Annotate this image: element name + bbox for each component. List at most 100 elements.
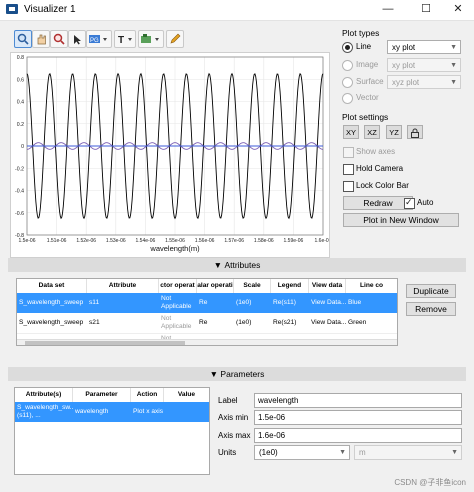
axis-max-input[interactable]: 1.6e-06 [254,428,462,443]
scrollbar-thumb[interactable] [25,341,185,345]
table-cell: (1e0) [236,299,252,306]
column-header[interactable]: Line co [346,279,397,293]
table-row[interactable]: S_wavelength_sweep s21 Not Applicable Re… [17,313,397,334]
hold-camera-checkbox[interactable] [343,164,354,175]
y-tick-label: 0.2 [17,122,24,128]
vector-label: Vector [356,93,379,102]
svg-text:T: T [118,35,124,45]
line-chart[interactable]: 0.80.60.40.20-0.2-0.4-0.6-0.81.5e-06 1.51… [11,53,332,257]
units-select[interactable]: (1e0) ▼ [254,445,350,460]
plot-area[interactable]: 0.8 0.6 0.4 0.2 0 -0.2 -0.4 -0.6 -0.8 1.5e-06 1.51… [10,52,332,258]
title-bar: Visualizer 1 — ☐ ✕ [0,0,474,21]
column-header[interactable]: Value [164,388,209,402]
column-header[interactable]: View data [309,279,346,293]
table-cell: Green [348,319,367,326]
column-header[interactable]: Data set [17,279,87,293]
image-plot-select[interactable]: xy plot ▼ [387,58,461,72]
minimize-button[interactable]: — [372,0,404,20]
y-tick-label: 0.8 [17,55,24,61]
redraw-button[interactable]: Redraw [343,196,413,210]
column-header[interactable]: Attribute [87,279,159,293]
collapse-arrow-icon: ▼ [213,260,223,270]
table-cell: s11 [89,299,100,306]
remove-button[interactable]: Remove [406,302,456,316]
column-header[interactable]: Legend [271,279,309,293]
parameters-section-header[interactable]: ▼ Parameters [8,367,466,381]
line-radio[interactable] [342,42,353,53]
duplicate-button[interactable]: Duplicate [406,284,456,298]
attributes-section-header[interactable]: ▼ Attributes [8,258,466,272]
column-header[interactable]: Scale [234,279,271,293]
surface-radio[interactable] [342,77,353,88]
show-axes-checkbox[interactable] [343,147,354,158]
lock-color-bar-checkbox[interactable] [343,181,354,192]
table-cell: Re(s11) [273,299,296,306]
line-plot-select[interactable]: xy plot ▼ [387,40,461,54]
table-cell: Re(s21) [273,319,297,326]
xy-view-button[interactable]: XY [343,125,359,139]
select-icon[interactable] [68,30,86,48]
table-row[interactable]: S_wavelength_sw... (s11), ... wavelength… [15,402,209,422]
table-cell: S_wavelength_sweep [19,299,84,306]
surface-label: Surface [356,77,384,86]
column-header[interactable]: alar operati [197,279,234,293]
column-header[interactable]: ctor operat [159,279,197,293]
lock-icon[interactable] [407,125,423,139]
table-cell: Re [199,319,208,326]
plot-new-window-button[interactable]: Plot in New Window [343,213,459,227]
surface-plot-select[interactable]: xyz plot ▼ [387,75,461,89]
table-cell: View Data... [311,299,346,306]
window-title: Visualizer 1 [24,4,76,15]
text-icon[interactable]: T [114,30,136,48]
export-icon[interactable]: PG [86,30,112,48]
label-input[interactable]: wavelength [254,393,462,408]
marker-icon[interactable] [138,30,164,48]
close-button[interactable]: ✕ [442,0,474,20]
attributes-title: Attributes [224,260,261,270]
watermark-text: CSDN @子非鱼icon [394,478,466,487]
hold-camera-label: Hold Camera [356,164,404,173]
x-tick-label: 1.57e-06 [224,238,244,244]
x-tick-label: 1.5e-06 [19,238,36,244]
units-label: Units [218,448,237,457]
axis-max-label: Axis max [218,431,251,440]
pan-icon[interactable] [32,30,50,48]
parameters-table[interactable]: Attribute(s) Parameter Action Value S_wa… [14,387,210,475]
column-header[interactable]: Parameter [73,388,131,402]
y-tick-label: -0.2 [15,166,24,172]
unit-select[interactable]: m ▼ [354,445,462,460]
x-tick-label: 1.51e-06 [47,238,67,244]
collapse-arrow-icon: ▼ [209,369,219,379]
image-radio[interactable] [342,60,353,71]
x-tick-label: 1.58e-06 [254,238,274,244]
svg-text:PG: PG [90,38,99,44]
zoom-icon[interactable] [14,30,32,48]
zoom-box-icon[interactable] [50,30,68,48]
table-cell: s21 [89,319,100,326]
auto-label: Auto [417,198,434,207]
x-tick-label: 1.52e-06 [76,238,96,244]
horizontal-scrollbar[interactable] [17,339,397,345]
attributes-table[interactable]: Data set Attribute ctor operat alar oper… [16,278,398,346]
parameters-title: Parameters [220,369,265,379]
xz-view-button[interactable]: XZ [364,125,380,139]
table-row[interactable]: S_wavelength_sweep s11 Not Applicable Re… [17,293,397,313]
y-tick-label: 0.6 [17,77,24,83]
y-tick-label: -0.6 [15,211,24,217]
y-tick-label: -0.4 [15,189,24,195]
column-header[interactable]: Action [131,388,164,402]
axis-min-input[interactable]: 1.5e-06 [254,410,462,425]
column-header[interactable]: Attribute(s) [15,388,73,402]
table-cell: Plot x axis [133,408,164,415]
vector-radio[interactable] [342,93,353,104]
auto-checkbox[interactable] [404,197,415,209]
plot-settings-title: Plot settings [342,112,389,122]
table-cell: (1e0) [236,319,252,326]
y-tick-label: 0 [21,144,24,150]
yz-view-button[interactable]: YZ [386,125,402,139]
maximize-button[interactable]: ☐ [410,0,442,20]
lock-color-bar-label: Lock Color Bar [356,181,409,190]
label-field-label: Label [218,396,238,405]
axis-min-label: Axis min [218,413,249,422]
pencil-icon[interactable] [166,30,184,48]
